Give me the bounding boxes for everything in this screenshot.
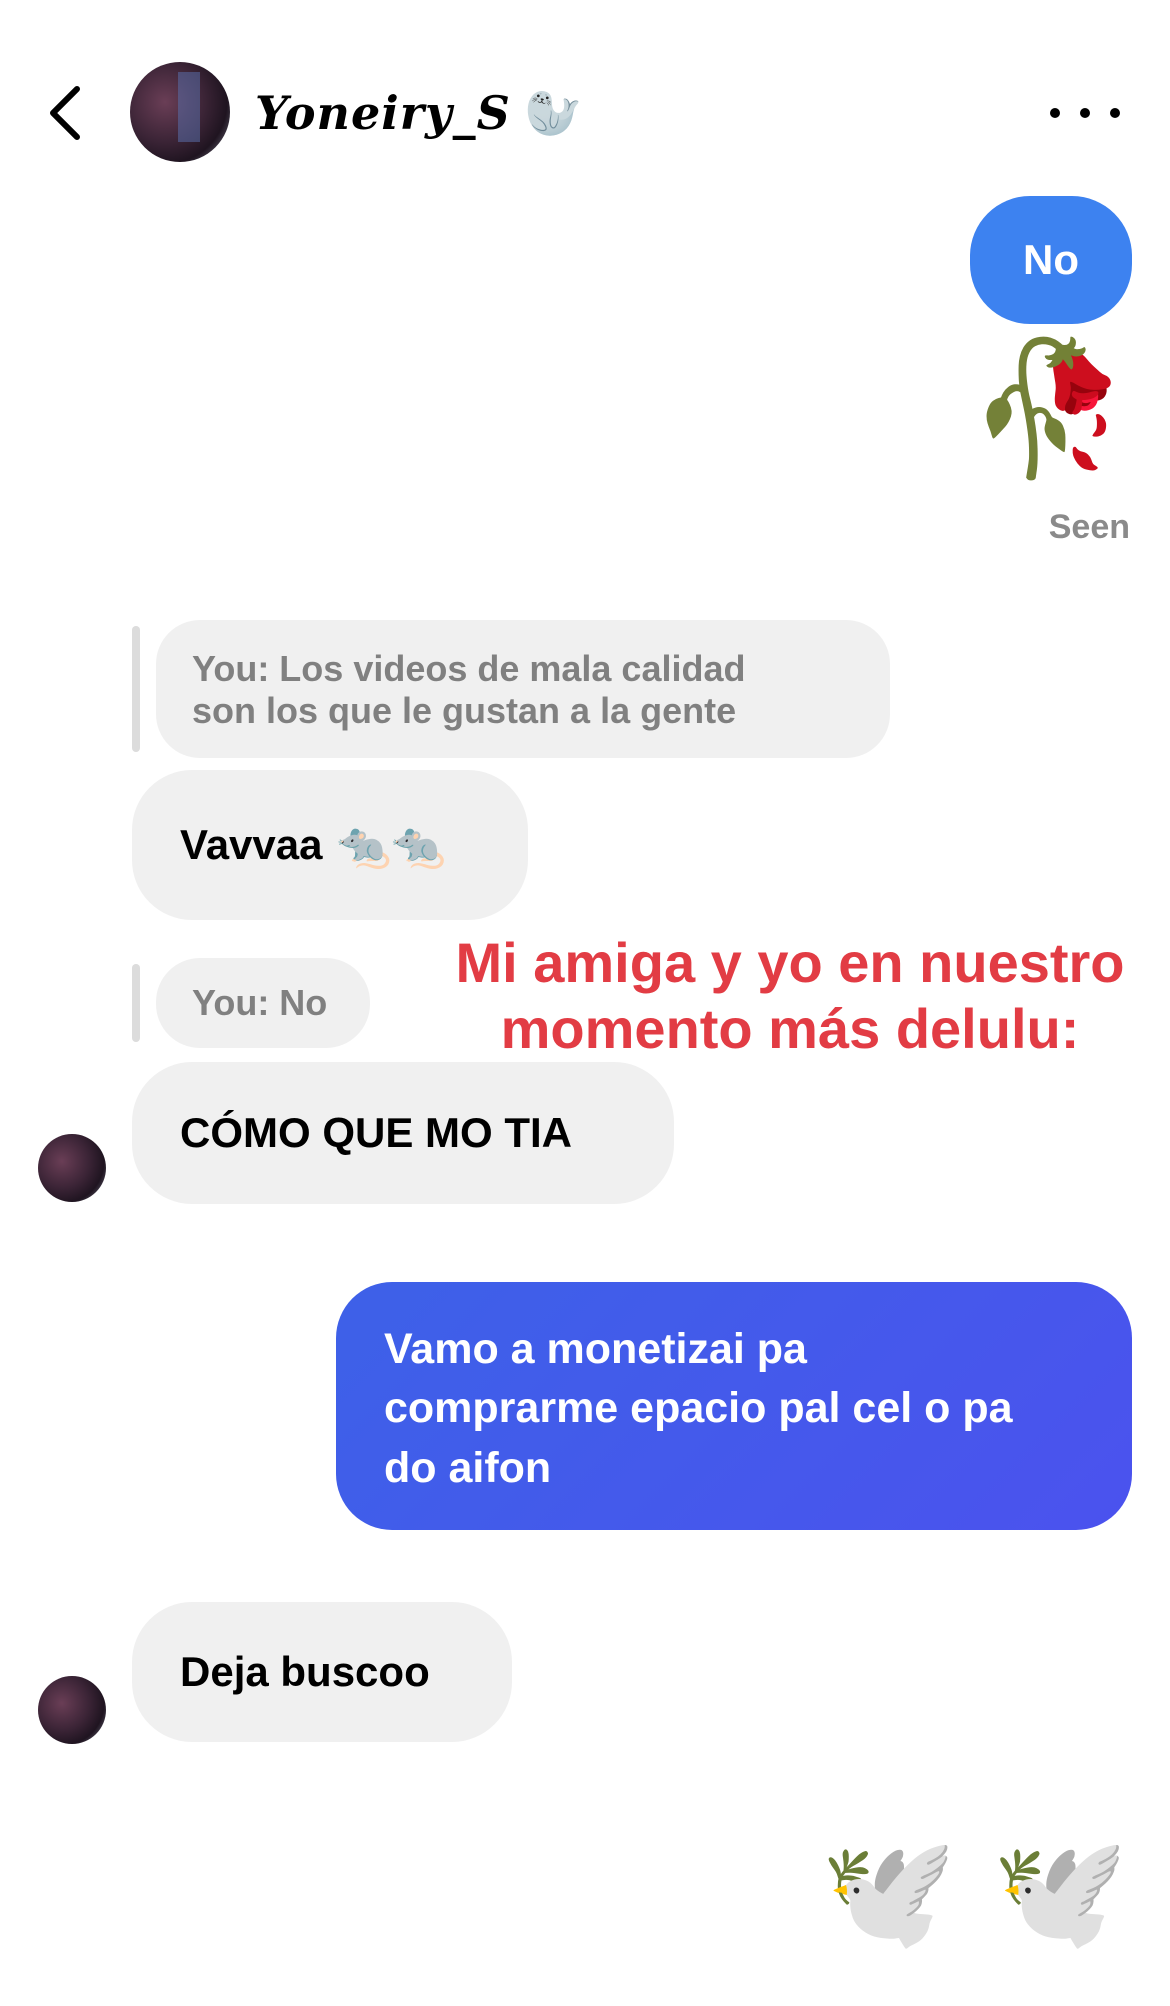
username-text: Yoneiry_S — [255, 86, 511, 140]
reply-quote[interactable]: You: No — [156, 958, 370, 1048]
message-line: Vamo a monetizai pa — [384, 1325, 807, 1373]
caption-line: Mi amiga y yo en nuestro — [455, 931, 1125, 994]
reply-quote-line: You: Los videos de mala calidad — [192, 648, 746, 689]
outgoing-message[interactable]: No — [970, 196, 1132, 324]
incoming-message[interactable]: Vavvaa 🐀🐀 — [132, 770, 528, 920]
more-options-button[interactable] — [1050, 95, 1120, 131]
sender-avatar[interactable] — [38, 1134, 106, 1202]
more-horizontal-icon — [1050, 108, 1060, 118]
chat-username[interactable]: Yoneiry_S 🦭 — [255, 80, 583, 146]
back-button[interactable] — [40, 78, 90, 148]
dove-emoji[interactable]: 🕊️ 🕊️ — [820, 1812, 1129, 1972]
message-line: comprarme epacio pal cel o pa — [384, 1384, 1013, 1433]
caption-line: momento más delulu: — [500, 996, 1080, 1060]
reply-quote-bar — [132, 626, 140, 752]
profile-avatar[interactable] — [130, 62, 230, 162]
sender-avatar[interactable] — [38, 1676, 106, 1744]
reply-quote-bar — [132, 964, 140, 1042]
rat-emoji: 🐀🐀 — [336, 820, 447, 871]
overlay-caption: Mi amiga y yo en nuestro momento más del… — [440, 930, 1140, 1061]
seal-emoji: 🦭 — [524, 85, 584, 140]
reply-quote-line: son los que le gustan a la gente — [192, 690, 737, 732]
chevron-left-icon — [50, 86, 80, 140]
message-line: do aifon — [384, 1443, 552, 1492]
incoming-message[interactable]: Deja buscoo — [132, 1602, 512, 1742]
incoming-message[interactable]: CÓMO QUE MO TIA — [132, 1062, 674, 1204]
outgoing-message[interactable]: Vamo a monetizai pa comprarme epacio pal… — [336, 1282, 1132, 1530]
wilted-rose-emoji[interactable]: 🥀 — [968, 328, 1130, 488]
seen-status: Seen — [1048, 508, 1130, 546]
reply-quote[interactable]: You: Los videos de mala calidad son los … — [156, 620, 890, 758]
